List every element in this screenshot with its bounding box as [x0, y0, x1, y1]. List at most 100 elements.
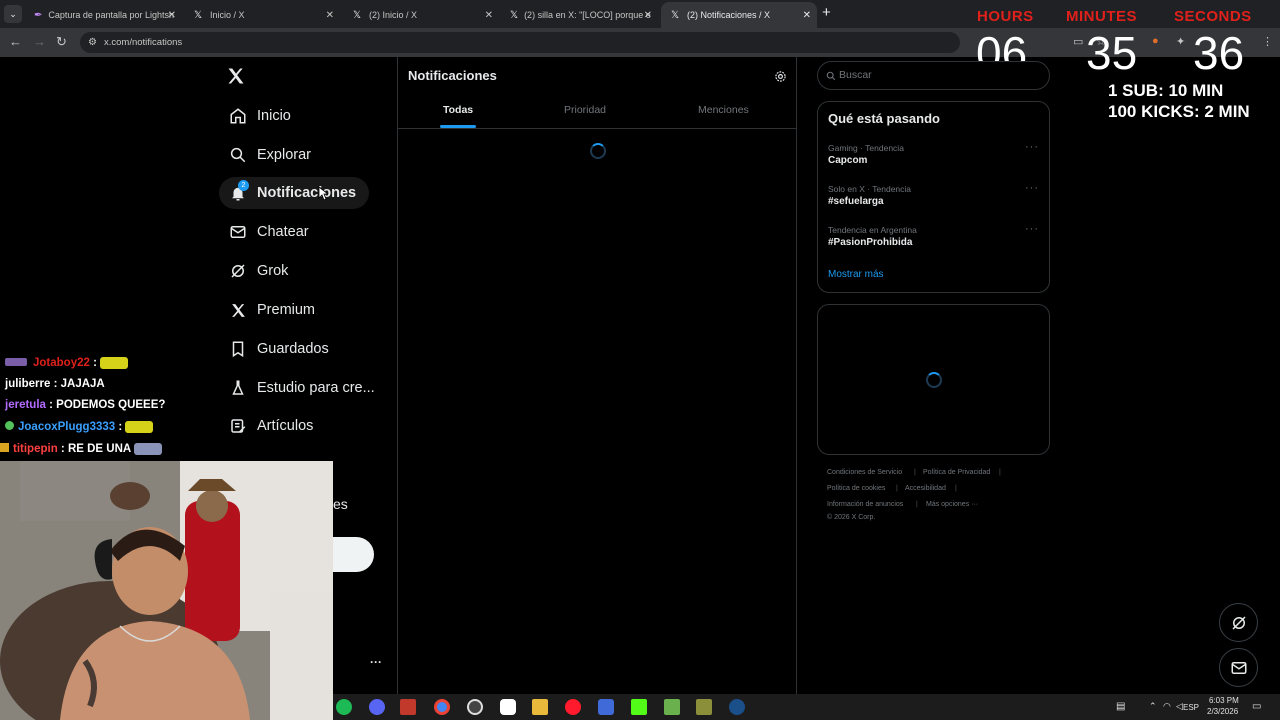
close-tab-icon[interactable]: ✕: [168, 10, 176, 21]
x-logo-icon: 𝕏: [352, 9, 362, 21]
grok-icon: [227, 260, 249, 282]
app-icon[interactable]: [664, 699, 680, 715]
site-info-icon[interactable]: ⚙: [88, 32, 97, 53]
sidebar-item-chatear[interactable]: Chatear: [219, 216, 309, 248]
close-tab-icon[interactable]: ✕: [485, 10, 493, 21]
footer-link[interactable]: Accesibilidad: [905, 485, 946, 492]
spotify-icon[interactable]: [336, 699, 352, 715]
obs-icon[interactable]: [467, 699, 483, 715]
trend-name[interactable]: #PasionProhibida: [828, 237, 912, 248]
new-tab-button[interactable]: +: [822, 4, 831, 21]
footer-link[interactable]: Política de Privacidad: [923, 469, 990, 476]
x-logo-icon[interactable]: [226, 66, 246, 86]
browser-tab[interactable]: 𝕏 (2) Inicio / X ✕: [343, 2, 499, 28]
browser-tab[interactable]: 𝕏 Inicio / X ✕: [184, 2, 340, 28]
tab-menciones[interactable]: Menciones: [698, 104, 749, 116]
trends-panel: Qué está pasando Gaming · Tendencia Capc…: [817, 101, 1050, 293]
clock-time[interactable]: 6:03 PM: [1209, 696, 1239, 705]
trend-more-icon[interactable]: ···: [1025, 141, 1039, 153]
browser-tab[interactable]: 𝕏 (2) silla en X: "[LOCO] porque e ✕: [502, 2, 658, 28]
x-logo-icon: 𝕏: [193, 9, 203, 21]
app-icon[interactable]: [696, 699, 712, 715]
trend-more-icon[interactable]: ···: [1025, 223, 1039, 235]
seconds-label: SECONDS: [1174, 8, 1252, 25]
footer-link[interactable]: Información de anuncios: [827, 501, 903, 508]
footer-link[interactable]: Política de cookies: [827, 485, 885, 492]
close-tab-icon[interactable]: ✕: [326, 10, 334, 21]
trends-title: Qué está pasando: [828, 111, 940, 126]
opera-icon[interactable]: [565, 699, 581, 715]
mouse-cursor-icon: [318, 186, 328, 201]
show-more-link[interactable]: Mostrar más: [828, 269, 884, 280]
flask-icon: [227, 377, 249, 399]
extension-icon[interactable]: ●: [1152, 35, 1159, 47]
search-input[interactable]: Buscar: [817, 61, 1050, 90]
chevron-up-icon[interactable]: ⌃: [1149, 701, 1157, 712]
mail-icon: [1230, 659, 1248, 677]
keyboard-icon[interactable]: ▤: [1116, 701, 1125, 712]
chat-badge-icon: [5, 358, 27, 367]
sidebar-item-inicio[interactable]: Inicio: [219, 100, 291, 132]
kebab-menu-icon[interactable]: ⋮: [1262, 35, 1273, 48]
trend-name[interactable]: #sefuelarga: [828, 196, 884, 207]
sidebar-item-partial-label: es: [333, 496, 348, 512]
account-more-icon[interactable]: ···: [370, 655, 382, 669]
app-icon[interactable]: [598, 699, 614, 715]
minutes-value: 35: [1086, 27, 1138, 79]
sidebar-item-articulos[interactable]: Artículos: [219, 410, 313, 442]
reload-icon[interactable]: ↻: [56, 34, 67, 50]
bell-icon: 2: [227, 180, 249, 204]
cast-icon[interactable]: ▭: [1073, 35, 1083, 48]
tab-prioridad[interactable]: Prioridad: [564, 104, 606, 116]
browser-tab-active[interactable]: 𝕏 (2) Notificaciones / X ✕: [661, 2, 817, 28]
feather-icon: ✒: [34, 9, 43, 21]
chat-message: juliberre : JAJAJA: [5, 378, 105, 390]
kicks-rule-text: 100 KICKS: 2 MIN: [1108, 102, 1250, 121]
sidebar-item-grok[interactable]: Grok: [219, 255, 288, 287]
steam-icon[interactable]: [729, 699, 745, 715]
emote-icon: [125, 421, 154, 433]
divider: [398, 128, 796, 129]
forward-icon[interactable]: →: [33, 34, 46, 49]
grok-icon: [1230, 614, 1248, 632]
footer-link[interactable]: Más opciones ···: [926, 501, 978, 508]
trend-more-icon[interactable]: ···: [1025, 182, 1039, 194]
volume-icon[interactable]: ◁: [1176, 701, 1183, 712]
voice-app-icon[interactable]: [400, 699, 416, 715]
grok-fab-button[interactable]: [1219, 603, 1258, 642]
sidebar-item-estudio[interactable]: Estudio para cre...: [219, 372, 375, 404]
sidebar-item-notificaciones[interactable]: 2 Notificaciones: [219, 177, 369, 209]
sidebar-item-explorar[interactable]: Explorar: [219, 139, 311, 171]
close-tab-icon[interactable]: ✕: [803, 10, 811, 21]
browser-tab[interactable]: ✒ Captura de pantalla por Lightsh ✕: [26, 2, 182, 28]
chat-message: titipepin : RE DE UNA: [0, 443, 163, 455]
home-icon: [227, 105, 249, 127]
puzzle-icon[interactable]: ✦: [1176, 35, 1185, 48]
tab-search-button[interactable]: ⌄: [4, 5, 22, 23]
emote-icon: [99, 357, 128, 369]
sidebar-item-guardados[interactable]: Guardados: [219, 333, 329, 365]
discord-icon[interactable]: [369, 699, 385, 715]
back-icon[interactable]: ←: [9, 34, 22, 49]
url-bar[interactable]: ⚙ x.com/notifications: [80, 32, 960, 53]
kick-icon[interactable]: [631, 699, 647, 715]
close-tab-icon[interactable]: ✕: [644, 10, 652, 21]
folder-icon[interactable]: [532, 699, 548, 715]
chat-message: jeretula : PODEMOS QUEEE?: [5, 399, 166, 411]
hours-label: HOURS: [977, 8, 1034, 25]
notification-center-icon[interactable]: ▭: [1252, 701, 1261, 712]
wifi-icon[interactable]: ◠: [1163, 701, 1171, 712]
clock-date[interactable]: 2/3/2026: [1207, 707, 1238, 716]
trend-name[interactable]: Capcom: [828, 155, 867, 166]
footer-link[interactable]: Condiciones de Servicio: [827, 469, 902, 476]
chrome-icon[interactable]: [434, 699, 450, 715]
app-icon[interactable]: [500, 699, 516, 715]
tab-todas[interactable]: Todas: [443, 104, 473, 116]
loading-spinner: [590, 143, 606, 159]
post-button[interactable]: [333, 537, 374, 572]
settings-gear-icon[interactable]: [774, 70, 787, 83]
messages-fab-button[interactable]: [1219, 648, 1258, 687]
sidebar-item-premium[interactable]: Premium: [219, 294, 315, 326]
language-indicator[interactable]: ESP: [1183, 703, 1199, 712]
notification-badge: 2: [238, 180, 249, 191]
